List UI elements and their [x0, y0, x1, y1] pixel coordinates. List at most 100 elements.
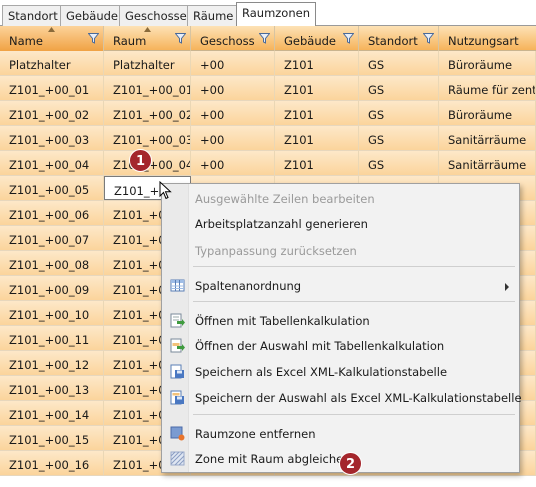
menu-separator [193, 301, 515, 302]
cell-raum[interactable]: Z101_+00_01 [104, 76, 191, 100]
menu-item-generate-workplaces[interactable]: Arbeitsplatzanzahl generieren [164, 212, 517, 236]
cell-name[interactable]: Z101_+00_16 [0, 451, 104, 475]
cell-gebaeude[interactable]: Z101 [275, 51, 359, 75]
cell-name[interactable]: Z101_+00_09 [0, 276, 104, 300]
cell-geschoss[interactable]: +00 [191, 76, 275, 100]
cell-standort[interactable]: GS [359, 76, 439, 100]
spreadsheet-open-icon [170, 313, 185, 328]
column-header-label: Raum [113, 34, 147, 48]
menu-separator [193, 414, 515, 415]
cell-geschoss[interactable]: +00 [191, 151, 275, 175]
tab-standort[interactable]: Standort [2, 5, 64, 26]
column-header-name[interactable]: Name [0, 26, 104, 51]
cell-geschoss[interactable]: +00 [191, 126, 275, 150]
cell-name[interactable]: Z101_+00_04 [0, 151, 104, 175]
spreadsheet-open-selection-icon [170, 338, 185, 353]
cell-nutzungsart[interactable]: Sanitärräume [439, 126, 536, 150]
context-menu: Ausgewählte Zeilen bearbeiten Arbeitspla… [161, 183, 522, 473]
save-xml-selection-icon [170, 390, 184, 405]
tab-bar: Standort Gebäude Geschosse Räume Raumzon… [0, 0, 536, 27]
cell-name[interactable]: Z101_+00_03 [0, 126, 104, 150]
cell-name[interactable]: Z101_+00_05 [0, 176, 104, 200]
cell-name[interactable]: Z101_+00_12 [0, 351, 104, 375]
cell-name[interactable]: Z101_+00_10 [0, 301, 104, 325]
menu-item-remove-zone[interactable]: Raumzone entfernen [164, 422, 517, 446]
cell-gebaeude[interactable]: Z101 [275, 76, 359, 100]
cell-gebaeude[interactable]: Z101 [275, 101, 359, 125]
menu-item-label: Öffnen mit Tabellenkalkulation [195, 314, 370, 328]
table-row[interactable]: Z101_+00_02 Z101_+00_02 +00 Z101 GS Büroräume [0, 101, 536, 126]
menu-item-label: Öffnen der Auswahl mit Tabellenkalkulati… [195, 339, 445, 353]
grid-header: Name Raum Geschoss Gebäude Standort Nutz… [0, 26, 536, 51]
cell-name[interactable]: Z101_+00_01 [0, 76, 104, 100]
cell-nutzungsart[interactable]: Sanitärräume [439, 151, 536, 175]
remove-zone-icon [170, 426, 185, 441]
column-header-standort[interactable]: Standort [359, 26, 439, 51]
cell-standort[interactable]: GS [359, 101, 439, 125]
submenu-arrow-icon [505, 283, 509, 291]
filter-icon[interactable] [175, 33, 186, 44]
tab-raumzonen[interactable]: Raumzonen [236, 2, 317, 27]
table-row[interactable]: Z101_+00_01 Z101_+00_01 +00 Z101 GS Räume für… [0, 76, 536, 101]
cell-gebaeude[interactable]: Z101 [275, 151, 359, 175]
menu-item-label: Raumzone entfernen [195, 427, 316, 441]
filter-icon[interactable] [423, 33, 434, 44]
cell-standort[interactable]: GS [359, 126, 439, 150]
tab-geschosse[interactable]: Geschosse [119, 5, 193, 26]
menu-item-label: Ausgewählte Zeilen bearbeiten [195, 192, 375, 206]
cell-raum[interactable]: Z101_+00_02 [104, 101, 191, 125]
column-header-label: Gebäude [284, 34, 336, 48]
filter-icon[interactable] [259, 33, 270, 44]
cell-name[interactable]: Z101_+00_15 [0, 426, 104, 450]
cell-name[interactable]: Z101_+00_08 [0, 251, 104, 275]
cell-standort[interactable]: GS [359, 51, 439, 75]
menu-item-label: Arbeitsplatzanzahl generieren [195, 217, 368, 231]
menu-item-label: Spaltenanordnung [195, 279, 302, 293]
tab-gebaeude[interactable]: Gebäude [60, 5, 124, 26]
column-header-label: Standort [368, 34, 418, 48]
column-header-geschoss[interactable]: Geschoss [191, 26, 275, 51]
cell-raum[interactable]: Z101_+00_03 [104, 126, 191, 150]
menu-item-save-xml[interactable]: Speichern als Excel XML-Kalkulationstabe… [164, 360, 517, 384]
menu-item-column-order[interactable]: Spaltenanordnung [164, 274, 517, 298]
menu-item-label: Speichern als Excel XML-Kalkulationstabe… [195, 365, 448, 379]
cell-nutzungsart[interactable]: Räume für zentrale Dienste [439, 76, 536, 100]
menu-item-label: Typanpassung zurücksetzen [195, 244, 357, 258]
menu-item-label: Speichern der Auswahl als Excel XML-Kalk… [195, 391, 522, 405]
menu-item-open-selection-spreadsheet[interactable]: Öffnen der Auswahl mit Tabellenkalkulati… [164, 334, 517, 358]
filter-icon[interactable] [88, 33, 99, 44]
cell-raum[interactable]: Platzhalter [104, 51, 191, 75]
cell-nutzungsart[interactable]: Büroräume [439, 101, 536, 125]
cell-name[interactable]: Z101_+00_13 [0, 376, 104, 400]
menu-item-edit-selected-rows[interactable]: Ausgewählte Zeilen bearbeiten [164, 187, 517, 211]
cell-name[interactable]: Z101_+00_02 [0, 101, 104, 125]
sort-asc-icon [48, 27, 55, 32]
cell-name[interactable]: Z101_+00_11 [0, 326, 104, 350]
cell-name[interactable]: Z101_+00_07 [0, 226, 104, 250]
cell-gebaeude[interactable]: Z101 [275, 126, 359, 150]
cell-name[interactable]: Platzhalter [0, 51, 104, 75]
menu-item-reset-type[interactable]: Typanpassung zurücksetzen [164, 239, 517, 263]
cell-standort[interactable]: GS [359, 151, 439, 175]
column-header-label: Name [9, 34, 43, 48]
menu-item-label: Zone mit Raum abgleichen [195, 452, 351, 466]
cell-nutzungsart[interactable]: Büroräume [439, 51, 536, 75]
table-row[interactable]: Z101_+00_03 Z101_+00_03 +00 Z101 GS Sanitärrä… [0, 126, 536, 151]
columns-icon [170, 279, 185, 292]
column-header-raum[interactable]: Raum [104, 26, 191, 51]
cell-name[interactable]: Z101_+00_06 [0, 201, 104, 225]
cell-geschoss[interactable]: +00 [191, 51, 275, 75]
sort-asc-icon [144, 27, 151, 32]
table-row[interactable]: Z101_+00_04 Z101_+00_04 +00 Z101 GS Sanitärrä… [0, 151, 536, 176]
table-row[interactable]: Platzhalter Platzhalter +00 Z101 GS Büroräume [0, 51, 536, 76]
tab-raeume[interactable]: Räume [187, 5, 240, 26]
column-header-nutzungsart[interactable]: Nutzungsart [439, 26, 536, 51]
sync-zone-icon [170, 451, 185, 466]
menu-item-save-selection-xml[interactable]: Speichern der Auswahl als Excel XML-Kalk… [164, 386, 522, 410]
cell-name[interactable]: Z101_+00_14 [0, 401, 104, 425]
menu-item-open-spreadsheet[interactable]: Öffnen mit Tabellenkalkulation [164, 309, 517, 333]
cell-geschoss[interactable]: +00 [191, 101, 275, 125]
callout-badge-1: 1 [129, 149, 152, 172]
filter-icon[interactable] [343, 33, 354, 44]
column-header-gebaeude[interactable]: Gebäude [275, 26, 359, 51]
